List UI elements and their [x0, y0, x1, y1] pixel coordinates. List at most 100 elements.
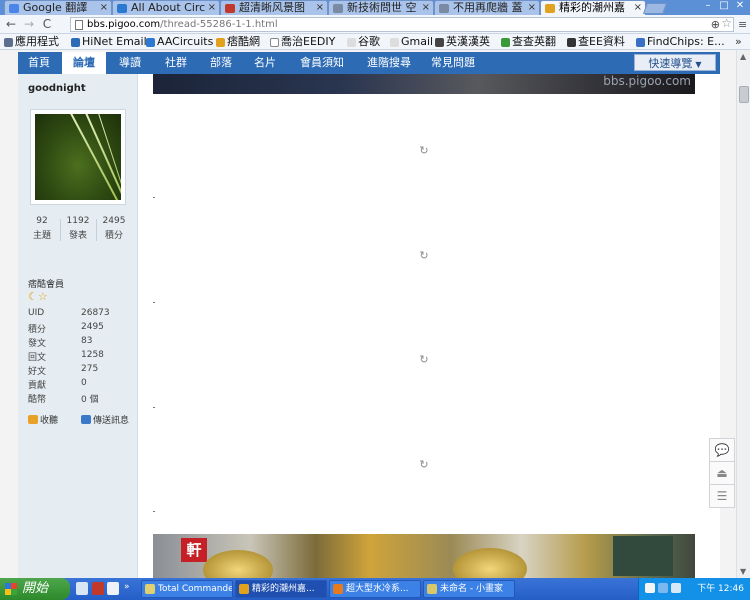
post-image-top[interactable]: bbs.pigoo.com: [153, 74, 695, 94]
taskbar-button-firefox[interactable]: 超大型水冷系...: [329, 580, 421, 598]
nav-member-rules[interactable]: 會員須知: [292, 52, 352, 74]
post-image-bottom[interactable]: 軒: [153, 534, 695, 578]
comment-icon[interactable]: 💬: [709, 438, 735, 462]
bookmark-pigoo[interactable]: 痞酷網: [216, 34, 260, 49]
list-icon[interactable]: ☰: [709, 484, 735, 508]
bookmark-aacircuits[interactable]: AACircuits: [146, 34, 213, 49]
quicklaunch-icon[interactable]: [92, 582, 104, 595]
bookmark-apps[interactable]: 應用程式: [4, 34, 59, 49]
minimize-button[interactable]: –: [700, 0, 716, 12]
new-tab-button[interactable]: [642, 3, 668, 14]
stat-posts[interactable]: 1192 發表: [60, 216, 96, 241]
volume-icon[interactable]: [671, 583, 681, 593]
tab-close-icon[interactable]: ×: [634, 1, 642, 15]
loading-spinner-icon: ↻: [419, 353, 429, 366]
clock[interactable]: 下午 12:46: [697, 578, 744, 600]
quicklaunch-overflow-icon[interactable]: »: [124, 582, 136, 595]
tab-close-icon[interactable]: ×: [100, 1, 108, 15]
zoom-icon[interactable]: ⊕: [711, 18, 720, 31]
quick-nav-button[interactable]: 快速導覽 ▼: [634, 54, 716, 71]
tab-close-icon[interactable]: ×: [316, 1, 324, 15]
bookmark-label: 英漢漢英: [446, 35, 490, 48]
nav-cards[interactable]: 名片: [245, 52, 285, 74]
pigoo-icon: [216, 38, 225, 47]
loading-spinner-icon: ↻: [419, 144, 429, 157]
bookmark-findchips[interactable]: FindChips: E...: [636, 34, 725, 49]
taskbar-button-paint[interactable]: 未命名 - 小畫家: [423, 580, 515, 598]
avatar[interactable]: [30, 109, 126, 205]
info-value: 0: [81, 378, 87, 388]
info-key: 發文: [28, 339, 47, 349]
tab-google-translate[interactable]: Google 翻譯 ×: [4, 0, 112, 15]
info-value: 275: [81, 364, 99, 374]
bookmark-google[interactable]: 谷歌: [347, 34, 380, 49]
taskbar-button-label: 精彩的潮州嘉...: [252, 584, 315, 594]
forward-button[interactable]: →: [22, 17, 36, 31]
bookmark-hinet-email[interactable]: HiNet Email: [71, 34, 147, 49]
stat-threads[interactable]: 92 主題: [24, 216, 60, 241]
tab-current-thread[interactable]: 精彩的潮州嘉 ×: [540, 0, 646, 15]
menu-icon[interactable]: ≡: [738, 18, 747, 31]
stat-points[interactable]: 2495 積分: [96, 216, 132, 241]
google-translate-icon: [9, 4, 19, 13]
info-key: 積分: [28, 325, 47, 335]
author-username[interactable]: goodnight: [28, 83, 86, 94]
scrollbar-thumb[interactable]: [739, 86, 749, 103]
maximize-button[interactable]: □: [716, 0, 732, 12]
image-placeholder-marker: [153, 302, 155, 303]
info-row-coins: 酷幣 0 個: [28, 392, 132, 406]
scroll-up-icon[interactable]: ▲: [740, 52, 746, 61]
bookmark-label: 查查英翻: [512, 35, 556, 48]
address-bar[interactable]: bbs.pigoo.com/thread-55286-1-1.html ⊕ ☆: [70, 17, 734, 32]
nav-guide[interactable]: 導讀: [108, 52, 152, 74]
back-to-top-icon[interactable]: ⏏: [709, 461, 735, 485]
tab-close-icon[interactable]: ×: [208, 1, 216, 15]
close-window-button[interactable]: ✕: [732, 0, 748, 12]
image-placeholder-marker: [153, 197, 155, 198]
bookmark-dictionary[interactable]: 英漢漢英: [435, 34, 490, 49]
nav-forum[interactable]: 論壇: [62, 52, 106, 74]
follow-label: 收聽: [40, 416, 59, 426]
google-g-icon: [390, 38, 399, 47]
user-group[interactable]: 痞酷會員: [28, 277, 64, 290]
bookmarks-overflow-button[interactable]: »: [735, 34, 742, 49]
follow-button[interactable]: 收聽: [28, 413, 58, 426]
scroll-down-icon[interactable]: ▼: [740, 567, 746, 576]
back-button[interactable]: ←: [4, 17, 18, 31]
info-key: 貢獻: [28, 381, 47, 391]
start-button[interactable]: 開始: [0, 578, 70, 600]
plus-icon: [117, 4, 127, 13]
tab-title: All About Circuits: [131, 1, 205, 14]
send-message-button[interactable]: 傳送訊息: [81, 413, 129, 426]
tab-new-tech[interactable]: 新技術問世 空 ×: [328, 0, 434, 15]
tab-close-icon[interactable]: ×: [528, 1, 536, 15]
bookmark-ee-data[interactable]: 查EE資料: [567, 34, 625, 49]
taskbar-button-chrome[interactable]: 精彩的潮州嘉...: [235, 580, 327, 598]
quicklaunch-icon[interactable]: [76, 582, 88, 595]
nav-faq[interactable]: 常見問題: [423, 52, 483, 74]
tab-no-climb[interactable]: 不用再爬牆 蓋 ×: [434, 0, 540, 15]
bookmark-star-icon[interactable]: ☆: [721, 17, 732, 30]
tab-title: 精彩的潮州嘉: [559, 1, 625, 14]
nav-advanced-search[interactable]: 進階搜尋: [359, 52, 419, 74]
bookmark-george[interactable]: 喬治EEDIY: [270, 34, 335, 49]
page-icon: [270, 38, 279, 47]
bookmark-gmail[interactable]: Gmail: [390, 34, 433, 49]
info-value: 83: [81, 336, 93, 346]
network-icon[interactable]: [658, 583, 668, 593]
bookmark-chacha[interactable]: 查查英翻: [501, 34, 556, 49]
tab-all-about-circuits[interactable]: All About Circuits ×: [112, 0, 220, 15]
tab-close-icon[interactable]: ×: [422, 1, 430, 15]
golden-dome: [453, 548, 527, 578]
tab-landscape[interactable]: 超清晰风景图 ×: [220, 0, 328, 15]
tab-title: 超清晰风景图: [239, 1, 305, 14]
nav-groups[interactable]: 社群: [156, 52, 196, 74]
nav-home[interactable]: 首頁: [18, 52, 60, 74]
reload-button[interactable]: C: [40, 17, 54, 31]
page-scrollbar[interactable]: ▲ ▼: [736, 50, 750, 578]
nav-blog[interactable]: 部落: [201, 52, 241, 74]
info-value: 0 個: [81, 395, 99, 405]
taskbar-button-total-commander[interactable]: Total Commande...: [141, 580, 233, 598]
help-icon[interactable]: [645, 583, 655, 593]
quicklaunch-icon[interactable]: [107, 582, 119, 595]
